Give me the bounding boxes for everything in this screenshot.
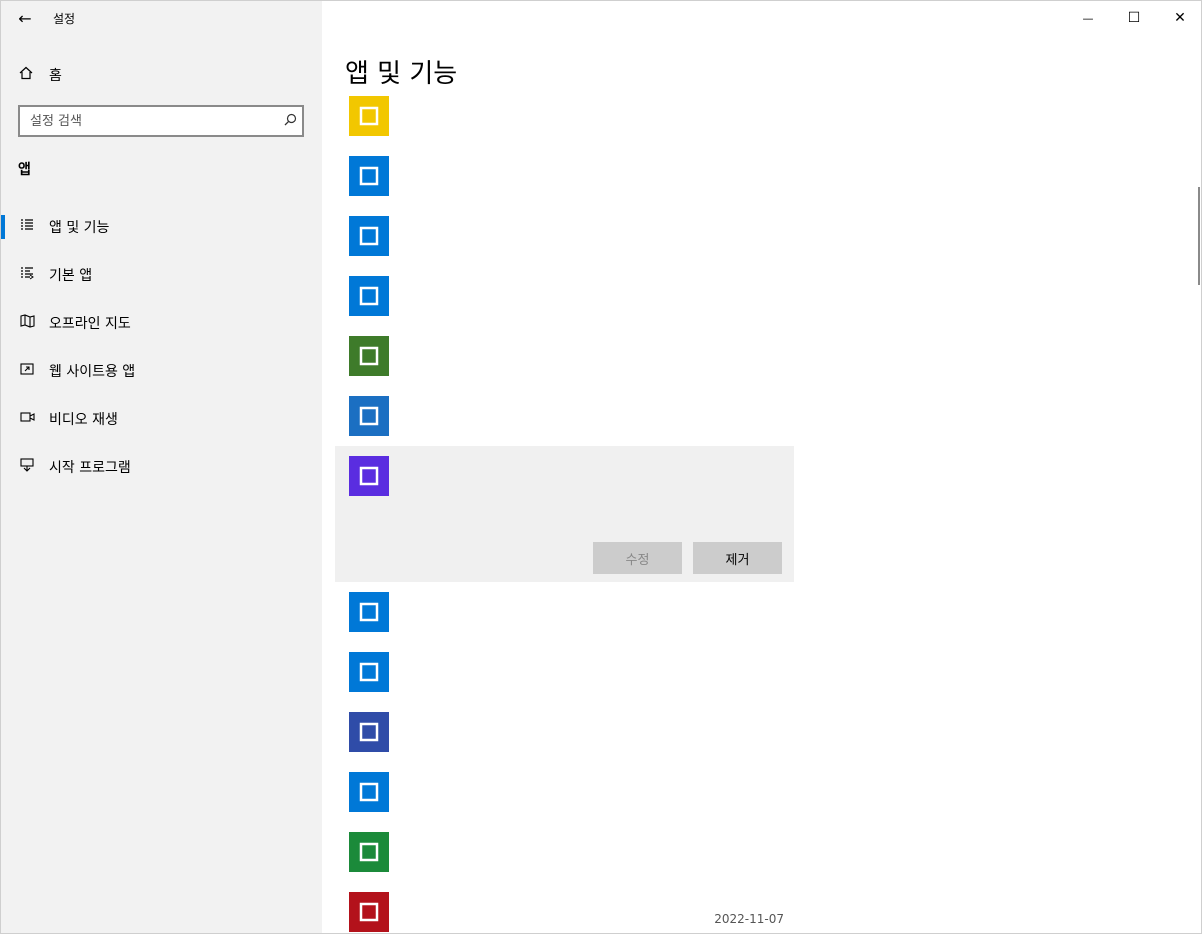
app-list-item[interactable] [335, 762, 794, 822]
sidebar-nav: 앱 및 기능 기본 앱 오프라인 지도 웹 사이트용 앱 비디오 재생 시작 프… [1, 203, 322, 491]
section-header-apps: 앱 [18, 162, 31, 178]
app-icon [349, 772, 389, 812]
app-icon [349, 892, 389, 932]
home-icon [19, 66, 35, 84]
app-icon [349, 276, 389, 316]
sidebar-item-label: 오프라인 지도 [49, 316, 131, 332]
app-icon [349, 216, 389, 256]
page-title: 앱 및 기능 [345, 59, 458, 89]
sidebar-item-default-apps[interactable]: 기본 앱 [1, 251, 322, 299]
sidebar-item-startup[interactable]: 시작 프로그램 [1, 443, 322, 491]
app-icon [349, 456, 389, 496]
app-list-item[interactable] [335, 702, 794, 762]
app-list-item[interactable] [335, 582, 794, 642]
video-playback-icon [19, 410, 35, 428]
back-button[interactable]: ← [1, 1, 49, 35]
sidebar-item-label: 기본 앱 [49, 268, 93, 284]
app-list-item[interactable]: 2022-11-07 [335, 882, 794, 933]
app-title: 설정 [53, 11, 76, 26]
modify-button[interactable]: 수정 [593, 542, 682, 574]
sidebar-item-label: 시작 프로그램 [49, 460, 131, 476]
app-list-item[interactable] [335, 326, 794, 386]
app-icon [349, 652, 389, 692]
settings-search-input[interactable] [20, 107, 278, 135]
app-list: 수정 제거 2022-11-07 [335, 86, 794, 933]
app-list-viewport: 수정 제거 2022-11-07 [322, 1, 1201, 933]
apps-features-icon [19, 218, 35, 236]
app-icon [349, 712, 389, 752]
settings-search-box[interactable] [18, 105, 304, 137]
app-icon [349, 396, 389, 436]
app-icon [349, 592, 389, 632]
sidebar-item-apps-for-websites[interactable]: 웹 사이트용 앱 [1, 347, 322, 395]
app-icon [349, 156, 389, 196]
sidebar-item-apps-features[interactable]: 앱 및 기능 [1, 203, 322, 251]
remove-button[interactable]: 제거 [693, 542, 782, 574]
app-list-item[interactable] [335, 206, 794, 266]
app-icon [349, 96, 389, 136]
startup-icon [19, 458, 35, 476]
app-list-item[interactable] [335, 642, 794, 702]
app-list-item[interactable] [335, 86, 794, 146]
offline-maps-icon [19, 314, 35, 332]
home-nav-item[interactable]: 홈 [1, 57, 322, 93]
app-list-item[interactable] [335, 266, 794, 326]
sidebar-item-label: 비디오 재생 [49, 412, 118, 428]
home-label: 홈 [49, 68, 62, 84]
app-list-item[interactable] [335, 386, 794, 446]
sidebar-item-label: 웹 사이트용 앱 [49, 364, 136, 380]
sidebar: ← 설정 홈 앱 앱 및 기능 [1, 1, 322, 933]
sidebar-item-video-playback[interactable]: 비디오 재생 [1, 395, 322, 443]
app-icon [349, 832, 389, 872]
title-bar: ← 설정 [1, 1, 322, 35]
settings-window: ← 설정 홈 앱 앱 및 기능 [0, 0, 1202, 934]
default-apps-icon [19, 266, 35, 284]
back-arrow-icon: ← [18, 8, 32, 28]
search-icon[interactable] [278, 113, 302, 130]
apps-for-websites-icon [19, 362, 35, 380]
app-install-date: 2022-11-07 [714, 912, 784, 926]
app-list-item[interactable] [335, 822, 794, 882]
app-list-item[interactable] [335, 146, 794, 206]
app-list-item[interactable]: 수정 제거 [335, 446, 794, 582]
sidebar-item-label: 앱 및 기능 [49, 220, 110, 236]
scrollbar[interactable] [1198, 187, 1200, 285]
sidebar-item-offline-maps[interactable]: 오프라인 지도 [1, 299, 322, 347]
main-pane: — ☐ ✕ 수정 제거 2022-11-07 앱 및 기능 [322, 1, 1201, 933]
app-icon [349, 336, 389, 376]
